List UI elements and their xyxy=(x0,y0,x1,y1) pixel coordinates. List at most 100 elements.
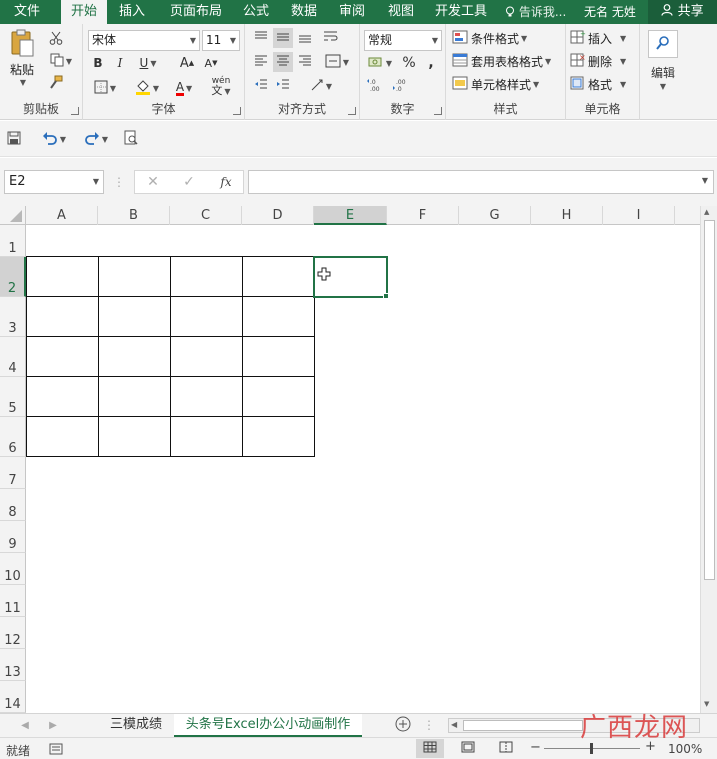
comma-button[interactable]: , xyxy=(422,54,440,72)
scroll-left-icon[interactable]: ◀ xyxy=(451,720,457,729)
format-as-table-button[interactable]: 套用表格格式 ▼ xyxy=(452,51,564,71)
borders-button[interactable]: ▼ xyxy=(89,78,121,98)
row-header-4[interactable]: 4 xyxy=(0,337,26,377)
row-header-6[interactable]: 6 xyxy=(0,417,26,457)
column-header-b[interactable]: B xyxy=(98,206,170,225)
align-top-button[interactable] xyxy=(251,28,271,48)
row-header-7[interactable]: 7 xyxy=(0,457,26,489)
accounting-format-button[interactable]: ▼ xyxy=(364,54,396,72)
decrease-indent-button[interactable] xyxy=(251,76,271,96)
tell-me-box[interactable]: 告诉我... xyxy=(505,0,566,24)
sheet-tab-active[interactable]: 头条号Excel办公小动画制作 xyxy=(174,714,362,737)
tab-home[interactable]: 开始 xyxy=(61,0,107,24)
number-launcher-icon[interactable] xyxy=(434,107,442,115)
scroll-up-icon[interactable]: ▲ xyxy=(704,208,709,216)
tab-file[interactable]: 文件 xyxy=(0,0,54,24)
cancel-icon[interactable]: ✕ xyxy=(143,172,163,192)
row-header-8[interactable]: 8 xyxy=(0,489,26,521)
row-header-3[interactable]: 3 xyxy=(0,297,26,337)
add-sheet-button[interactable] xyxy=(394,716,412,734)
bold-button[interactable]: B xyxy=(89,54,107,72)
tab-insert[interactable]: 插入 xyxy=(110,0,154,24)
worksheet-grid[interactable]: A B C D E F G H I 1 2 3 4 5 6 7 8 9 10 1… xyxy=(0,206,717,713)
name-box[interactable]: E2 ▼ xyxy=(4,170,104,194)
redo-button[interactable]: ▼ xyxy=(80,129,112,149)
row-header-9[interactable]: 9 xyxy=(0,521,26,553)
alignment-launcher-icon[interactable] xyxy=(348,107,356,115)
vertical-scroll-thumb[interactable] xyxy=(704,220,715,580)
column-header-g[interactable]: G xyxy=(459,206,531,225)
insert-function-button[interactable]: fx xyxy=(215,172,237,192)
tab-page-layout[interactable]: 页面布局 xyxy=(161,0,231,24)
zoom-level[interactable]: 100% xyxy=(668,742,702,756)
row-header-1[interactable]: 1 xyxy=(0,225,26,257)
insert-cells-button[interactable]: + 插入 ▼ xyxy=(570,28,636,48)
chevron-down-icon[interactable]: ▼ xyxy=(702,176,708,185)
font-launcher-icon[interactable] xyxy=(233,107,241,115)
increase-indent-button[interactable] xyxy=(273,76,293,96)
merge-center-button[interactable]: ▼ xyxy=(321,52,353,72)
phonetic-button[interactable]: wén 文 ▼ xyxy=(205,74,237,98)
increase-decimal-button[interactable]: .0.00 xyxy=(364,76,386,96)
row-header-14[interactable]: 14 xyxy=(0,681,26,713)
copy-button[interactable]: ▼ xyxy=(46,52,76,70)
column-header-i[interactable]: I xyxy=(603,206,675,225)
row-header-13[interactable]: 13 xyxy=(0,649,26,681)
format-painter-button[interactable] xyxy=(46,74,66,92)
cell-styles-button[interactable]: 单元格样式 ▼ xyxy=(452,74,562,94)
format-cells-button[interactable]: 格式 ▼ xyxy=(570,74,636,94)
check-icon[interactable]: ✓ xyxy=(179,172,199,192)
find-button[interactable] xyxy=(648,30,678,58)
decrease-decimal-button[interactable]: .00.0 xyxy=(390,76,412,96)
scroll-down-icon[interactable]: ▼ xyxy=(704,700,709,708)
align-left-button[interactable] xyxy=(251,52,271,72)
normal-view-button[interactable] xyxy=(416,739,444,758)
tab-view[interactable]: 视图 xyxy=(380,0,422,24)
undo-button[interactable]: ▼ xyxy=(38,129,70,149)
column-header-h[interactable]: H xyxy=(531,206,603,225)
number-format-select[interactable]: 常规 ▼ xyxy=(364,30,442,51)
share-button[interactable]: 共享 xyxy=(648,0,717,24)
align-bottom-button[interactable] xyxy=(295,28,315,48)
horizontal-scroll-thumb[interactable] xyxy=(463,720,583,731)
page-layout-view-button[interactable] xyxy=(456,739,480,758)
conditional-formatting-button[interactable]: 条件格式 ▼ xyxy=(452,28,562,48)
vertical-scrollbar[interactable]: ▲ ▼ xyxy=(700,206,717,713)
grow-font-button[interactable]: A ▲ xyxy=(178,54,196,72)
paste-button[interactable]: 粘贴 ▼ xyxy=(4,28,40,87)
user-name[interactable]: 无名 无姓 xyxy=(584,0,636,24)
chevron-right-icon[interactable]: ▶ xyxy=(46,717,60,733)
column-header-f[interactable]: F xyxy=(387,206,459,225)
chevron-down-icon[interactable]: ▼ xyxy=(656,80,670,92)
column-header-e[interactable]: E xyxy=(314,206,387,225)
align-middle-button[interactable] xyxy=(273,28,293,48)
font-name-select[interactable]: 宋体 ▼ xyxy=(88,30,200,51)
zoom-slider-thumb[interactable] xyxy=(590,743,593,754)
macro-record-icon[interactable] xyxy=(48,741,64,757)
shrink-font-button[interactable]: A ▼ xyxy=(202,54,220,72)
tab-formulas[interactable]: 公式 xyxy=(235,0,277,24)
row-header-2[interactable]: 2 xyxy=(0,257,26,297)
print-preview-button[interactable] xyxy=(120,129,142,149)
formula-input[interactable]: ▼ xyxy=(248,170,714,194)
clipboard-launcher-icon[interactable] xyxy=(71,107,79,115)
column-header-a[interactable]: A xyxy=(26,206,98,225)
delete-cells-button[interactable]: × 删除 ▼ xyxy=(570,51,636,71)
percent-button[interactable]: % xyxy=(400,54,418,72)
sheet-tab-scores[interactable]: 三模成绩 xyxy=(100,714,172,737)
zoom-out-button[interactable]: − xyxy=(530,740,541,755)
select-all-corner[interactable] xyxy=(0,206,26,225)
fill-color-button[interactable]: ▼ xyxy=(131,78,163,98)
cut-button[interactable] xyxy=(46,30,66,48)
row-header-10[interactable]: 10 xyxy=(0,553,26,585)
orientation-button[interactable]: ▼ xyxy=(305,76,337,96)
row-header-5[interactable]: 5 xyxy=(0,377,26,417)
chevron-left-icon[interactable]: ◀ xyxy=(18,717,32,733)
font-size-select[interactable]: 11 ▼ xyxy=(202,30,240,51)
editing-button[interactable]: 编辑 xyxy=(644,62,682,82)
column-header-c[interactable]: C xyxy=(170,206,242,225)
column-header-d[interactable]: D xyxy=(242,206,314,225)
font-color-button[interactable]: A ▼ xyxy=(169,78,199,98)
save-button[interactable] xyxy=(4,129,24,149)
tab-data[interactable]: 数据 xyxy=(283,0,325,24)
